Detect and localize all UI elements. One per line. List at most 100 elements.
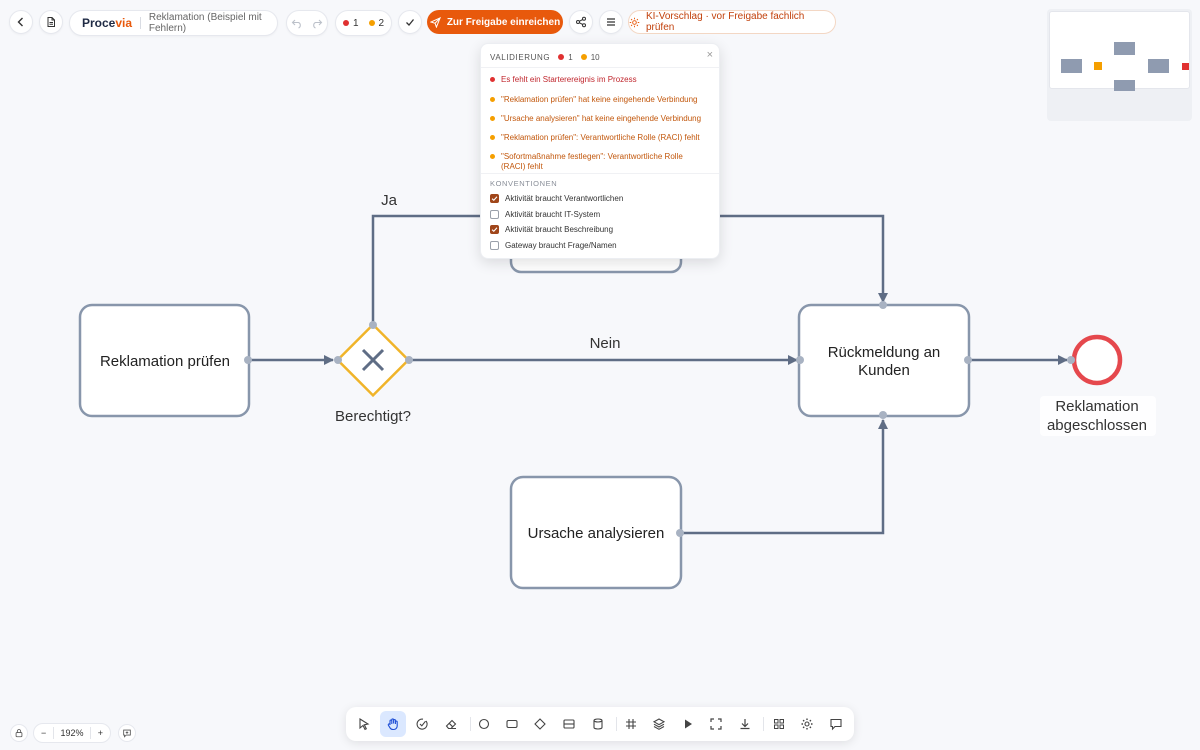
- eraser-tool[interactable]: [438, 711, 464, 737]
- edge-no-label: Nein: [590, 335, 621, 352]
- back-button[interactable]: [9, 10, 33, 34]
- zoom-out-button[interactable]: −: [41, 728, 46, 738]
- zoom-level[interactable]: 192%: [60, 728, 83, 738]
- ki-suggestion-badge[interactable]: KI-Vorschlag · vor Freigabe fachlich prü…: [628, 10, 836, 34]
- connector-port[interactable]: [405, 356, 413, 364]
- comment-add-icon: [123, 729, 131, 738]
- grid-toggle[interactable]: [618, 711, 644, 737]
- validate-button[interactable]: [398, 10, 422, 34]
- warning-dot-icon: [490, 116, 495, 121]
- magic-icon: [416, 718, 428, 730]
- warning-dot-icon: [490, 97, 495, 102]
- connector-port[interactable]: [879, 301, 887, 309]
- close-icon[interactable]: ×: [707, 49, 713, 61]
- minimap-viewport[interactable]: [1049, 11, 1190, 91]
- checkbox-icon[interactable]: [490, 210, 499, 219]
- minimap-node: [1061, 59, 1082, 73]
- document-title-pill[interactable]: Procevia Reklamation (Beispiel mit Fehle…: [69, 10, 278, 36]
- minimap-end-event: [1182, 63, 1189, 70]
- settings-button[interactable]: [794, 711, 820, 737]
- error-dot-icon: [342, 20, 349, 26]
- brand-logo: Procevia: [82, 16, 133, 30]
- fit-view-button[interactable]: [703, 711, 729, 737]
- lock-button[interactable]: [10, 724, 28, 742]
- share-button[interactable]: [569, 10, 593, 34]
- validation-title: VALIDIERUNG: [490, 52, 551, 62]
- validation-error-count: 1: [558, 53, 573, 62]
- circle-icon: [478, 718, 490, 730]
- undo-redo-group: [286, 10, 328, 36]
- connector-port[interactable]: [1067, 356, 1075, 364]
- convention-item[interactable]: Gateway braucht Frage/Namen: [490, 241, 617, 250]
- convention-item[interactable]: Aktivität braucht Verantwortlichen: [490, 194, 623, 203]
- comments-button[interactable]: [823, 711, 849, 737]
- checkbox-checked-icon[interactable]: [490, 194, 499, 203]
- end-label-2: abgeschlossen: [1047, 417, 1147, 434]
- sun-icon: [629, 17, 640, 27]
- eraser-icon: [445, 719, 457, 730]
- download-button[interactable]: [732, 711, 758, 737]
- minimap-node: [1114, 80, 1135, 91]
- validation-issue[interactable]: Es fehlt ein Starterereignis im Prozess: [490, 75, 716, 85]
- event-shape-tool[interactable]: [471, 711, 497, 737]
- minimap[interactable]: [1047, 9, 1192, 121]
- validation-issue[interactable]: "Ursache analysieren" hat keine eingehen…: [490, 114, 716, 124]
- magic-tool[interactable]: [409, 711, 435, 737]
- end-label-1: Reklamation: [1055, 398, 1138, 415]
- task-rueckmeldung-label-2: Kunden: [858, 362, 910, 379]
- redo-icon[interactable]: [311, 17, 323, 29]
- document-button[interactable]: [39, 10, 63, 34]
- hand-tool[interactable]: [380, 711, 406, 737]
- select-tool[interactable]: [351, 711, 377, 737]
- feedback-button[interactable]: [118, 724, 136, 742]
- data-store-tool[interactable]: [585, 711, 611, 737]
- layers-icon: [652, 718, 666, 730]
- error-dot-icon: [490, 77, 495, 82]
- lane-icon: [563, 719, 575, 729]
- share-icon: [576, 16, 586, 28]
- submit-for-approval-button[interactable]: Zur Freigabe einreichen: [427, 10, 563, 34]
- end-event[interactable]: [1071, 334, 1123, 386]
- layers-button[interactable]: [646, 711, 672, 737]
- fit-icon: [710, 718, 722, 730]
- issue-counter[interactable]: 1 2: [335, 10, 392, 36]
- simulate-button[interactable]: [675, 711, 701, 737]
- connector-port[interactable]: [676, 529, 684, 537]
- download-icon: [740, 719, 750, 730]
- connector-port[interactable]: [964, 356, 972, 364]
- undo-icon[interactable]: [291, 17, 303, 29]
- connector-port[interactable]: [879, 411, 887, 419]
- menu-button[interactable]: [599, 10, 623, 34]
- validation-issue[interactable]: "Reklamation prüfen": Verantwortliche Ro…: [490, 133, 716, 143]
- conventions-title: KONVENTIONEN: [490, 179, 558, 188]
- grid-icon: [626, 719, 636, 729]
- checkbox-icon[interactable]: [490, 241, 499, 250]
- convention-item[interactable]: Aktivität braucht IT-System: [490, 210, 600, 219]
- checkbox-checked-icon[interactable]: [490, 225, 499, 234]
- convention-item[interactable]: Aktivität braucht Beschreibung: [490, 225, 613, 234]
- connector-port[interactable]: [244, 356, 252, 364]
- diamond-icon: [534, 718, 546, 730]
- minimap-node: [1114, 42, 1135, 55]
- database-icon: [593, 718, 603, 730]
- warning-count: 2: [368, 18, 384, 29]
- bottom-toolbar: [346, 707, 854, 741]
- warning-dot-icon: [490, 154, 495, 159]
- apps-button[interactable]: [766, 711, 792, 737]
- document-icon: [47, 17, 55, 27]
- connector-port[interactable]: [796, 356, 804, 364]
- warning-dot-icon: [580, 54, 587, 60]
- validation-issue[interactable]: "Sofortmaßnahme festlegen": Verantwortli…: [490, 152, 700, 172]
- gateway-shape-tool[interactable]: [527, 711, 553, 737]
- comment-icon: [830, 718, 842, 731]
- check-icon: [406, 19, 415, 26]
- edge-cause-to-feedback[interactable]: [680, 419, 888, 535]
- lane-shape-tool[interactable]: [556, 711, 582, 737]
- task-shape-tool[interactable]: [499, 711, 525, 737]
- connector-port[interactable]: [334, 356, 342, 364]
- chevron-left-icon: [17, 17, 23, 27]
- connector-port[interactable]: [369, 321, 377, 329]
- zoom-in-button[interactable]: +: [98, 728, 103, 738]
- minimap-gateway: [1094, 62, 1102, 70]
- validation-issue[interactable]: "Reklamation prüfen" hat keine eingehend…: [490, 95, 716, 105]
